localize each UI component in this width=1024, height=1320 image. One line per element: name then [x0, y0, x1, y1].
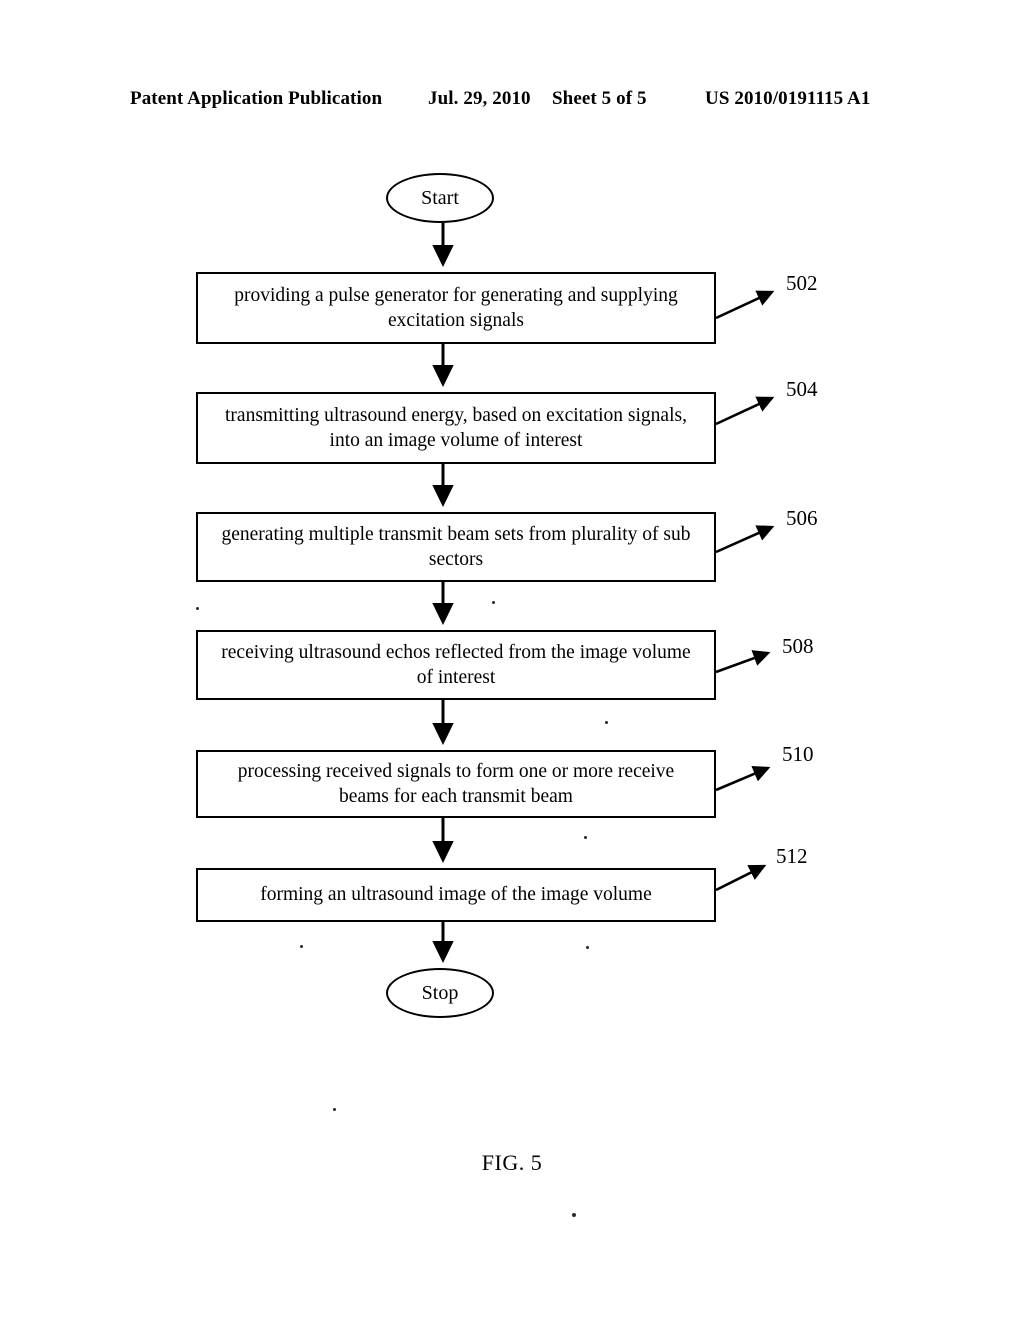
- leader-line-512: [715, 864, 767, 892]
- scan-speck: [605, 721, 608, 724]
- node-506-label: generating multiple transmit beam sets f…: [221, 523, 691, 570]
- node-510-label: processing received signals to form one …: [237, 760, 675, 807]
- reference-numeral-504: 504: [786, 377, 818, 401]
- reference-numeral-510: 510: [782, 742, 814, 766]
- flowchart-node-512: forming an ultrasound image of the image…: [196, 868, 716, 922]
- flowchart-figure: Start providing a pulse generator for ge…: [0, 0, 1024, 1320]
- scan-speck: [300, 945, 303, 948]
- scan-speck: [584, 836, 587, 839]
- node-start-label: Start: [421, 187, 459, 209]
- node-stop-label: Stop: [421, 982, 459, 1004]
- leader-line-504: [715, 396, 775, 426]
- figure-caption: FIG. 5: [481, 1150, 543, 1175]
- leader-line-510: [715, 766, 771, 792]
- flowchart-node-504: transmitting ultrasound energy, based on…: [196, 392, 716, 464]
- leader-line-506: [715, 525, 775, 554]
- flowchart-node-start: Start: [386, 173, 494, 223]
- node-504-label: transmitting ultrasound energy, based on…: [225, 404, 687, 451]
- flowchart-node-508: receiving ultrasound echos reflected fro…: [196, 630, 716, 700]
- node-512-label: forming an ultrasound image of the image…: [260, 884, 652, 906]
- scan-speck: [586, 946, 589, 949]
- reference-leader-group: [715, 290, 775, 892]
- flowchart-node-502: providing a pulse generator for generati…: [196, 272, 716, 344]
- reference-numeral-512: 512: [776, 844, 808, 868]
- scan-speck: [333, 1108, 336, 1111]
- flowchart-node-510: processing received signals to form one …: [196, 750, 716, 818]
- flowchart-node-stop: Stop: [386, 968, 494, 1018]
- leader-line-502: [715, 290, 775, 320]
- node-508-label: receiving ultrasound echos reflected fro…: [221, 641, 691, 688]
- scan-speck: [196, 607, 199, 610]
- leader-line-508: [715, 650, 771, 674]
- scan-speck: [572, 1213, 576, 1217]
- flowchart-node-506: generating multiple transmit beam sets f…: [196, 512, 716, 582]
- scan-speck: [492, 601, 495, 604]
- reference-numeral-506: 506: [786, 506, 818, 530]
- node-502-label: providing a pulse generator for generati…: [234, 284, 678, 331]
- reference-numeral-508: 508: [782, 634, 814, 658]
- reference-numeral-502: 502: [786, 271, 818, 295]
